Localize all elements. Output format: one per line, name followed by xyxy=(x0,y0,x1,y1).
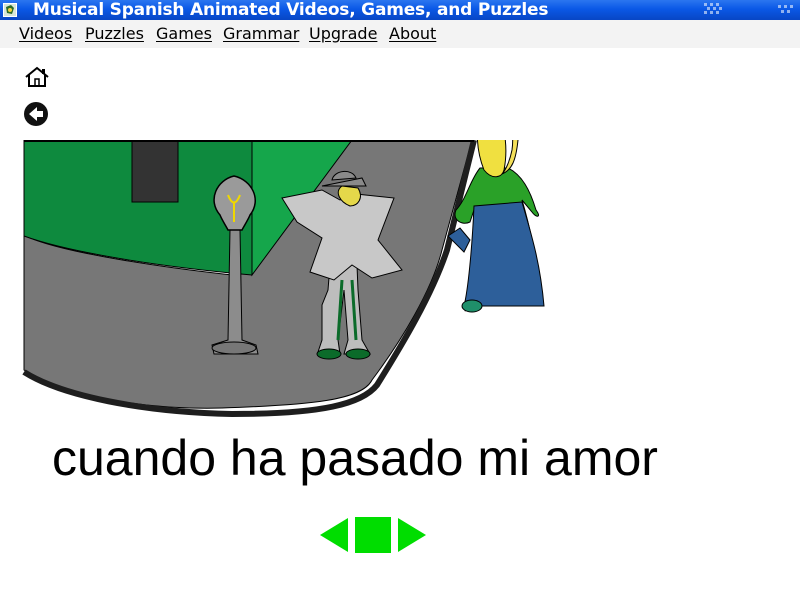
menu-puzzles[interactable]: Puzzles xyxy=(85,24,144,43)
playback-controls xyxy=(318,514,428,556)
previous-triangle-icon[interactable] xyxy=(318,516,350,554)
window-title: Musical Spanish Animated Videos, Games, … xyxy=(33,0,549,20)
next-triangle-icon[interactable] xyxy=(396,516,428,554)
title-bar: Musical Spanish Animated Videos, Games, … xyxy=(0,0,800,20)
scene-illustration xyxy=(22,140,545,418)
menu-bar: Videos Puzzles Games Grammar Upgrade Abo… xyxy=(0,20,800,48)
menu-about[interactable]: About xyxy=(389,24,436,43)
title-decoration-icon xyxy=(704,3,722,14)
lyric-caption: cuando ha pasado mi amor xyxy=(52,430,658,486)
menu-upgrade[interactable]: Upgrade xyxy=(309,24,377,43)
menu-games[interactable]: Games xyxy=(156,24,212,43)
title-decoration-icon xyxy=(778,5,793,13)
menu-videos[interactable]: Videos xyxy=(19,24,72,43)
back-arrow-icon[interactable] xyxy=(23,101,49,127)
home-icon[interactable] xyxy=(24,66,50,88)
app-icon xyxy=(3,3,17,17)
menu-grammar[interactable]: Grammar xyxy=(223,24,299,43)
stop-square-icon[interactable] xyxy=(354,516,392,554)
